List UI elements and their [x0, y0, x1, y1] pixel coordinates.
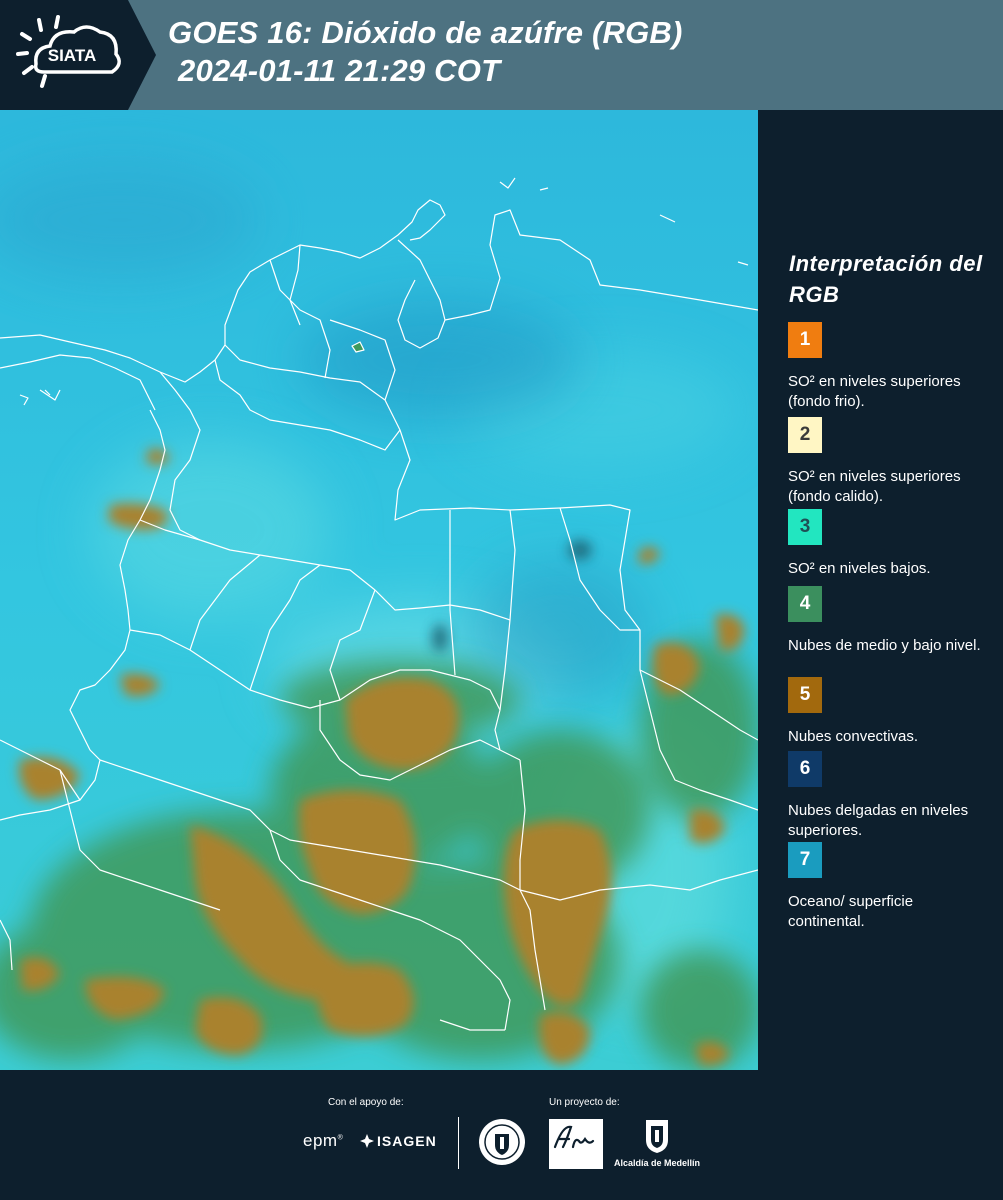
- legend-label: SO² en niveles superiores (fondo frio).: [788, 373, 961, 410]
- legend-swatch: 1: [788, 322, 822, 358]
- logo-text: SIATA: [48, 46, 96, 65]
- legend-swatch: 6: [788, 751, 822, 787]
- epm-text: epm: [303, 1131, 338, 1150]
- legend-item-3: 3 SO² en niveles bajos.: [788, 509, 993, 579]
- legend-label: SO² en niveles bajos.: [788, 560, 931, 577]
- alcaldia-crest-icon: [646, 1120, 668, 1153]
- legend-swatch: 5: [788, 677, 822, 713]
- legend-label: Nubes convectivas.: [788, 728, 919, 745]
- siata-logo: SIATA: [0, 0, 128, 110]
- legend-label: Oceano/ superficie continental.: [788, 893, 914, 930]
- title-timestamp: 2024-01-11 21:29 COT: [178, 53, 501, 88]
- alcaldia-label: Alcaldía de Medellín: [614, 1158, 701, 1168]
- legend-item-2: 2 SO² en niveles superiores (fondo calid…: [788, 417, 993, 507]
- legend-swatch: 2: [788, 417, 822, 453]
- legend-item-7: 7 Oceano/ superficie continental.: [788, 842, 993, 932]
- legend-item-5: 5 Nubes convectivas.: [788, 677, 993, 747]
- metro-label: METROPOLITANA Valle de Aburrá: [550, 1157, 602, 1170]
- legend-label: SO² en niveles superiores (fondo calido)…: [788, 468, 961, 505]
- medellin-seal-icon: [479, 1119, 525, 1165]
- sun-cloud-icon: SIATA: [16, 15, 121, 88]
- legend-panel: Interpretación del RGB 1 SO² en niveles …: [758, 110, 1003, 1070]
- support-caption: Con el apoyo de:: [328, 1097, 404, 1108]
- legend-item-1: 1 SO² en niveles superiores (fondo frio)…: [788, 322, 993, 412]
- footer-bar: Con el apoyo de: Un proyecto de: epm® IS…: [0, 1070, 1003, 1200]
- legend-swatch: 7: [788, 842, 822, 878]
- satellite-map: [0, 110, 758, 1070]
- legend-label: Nubes delgadas en niveles superiores.: [788, 802, 969, 839]
- title-product: GOES 16: Dióxido de azúfre (RGB): [168, 15, 683, 50]
- footer-divider: [458, 1117, 459, 1169]
- legend-title: Interpretación del RGB: [789, 251, 983, 307]
- logo-chevron: [128, 0, 156, 110]
- isagen-icon: [360, 1134, 374, 1148]
- page-title: GOES 16: Dióxido de azúfre (RGB) 2024-01…: [168, 14, 683, 90]
- legend-item-6: 6 Nubes delgadas en niveles superiores.: [788, 751, 993, 841]
- epm-logo: epm®: [303, 1131, 344, 1150]
- isagen-logo: ISAGEN: [377, 1133, 437, 1149]
- area-script-icon: [553, 1125, 595, 1149]
- legend-item-4: 4 Nubes de medio y bajo nivel.: [788, 586, 993, 656]
- header-bar: SIATA GOES 16: Dióxido de azúfre (RGB) 2…: [0, 0, 1003, 110]
- project-caption: Un proyecto de:: [549, 1097, 620, 1108]
- legend-swatch: 4: [788, 586, 822, 622]
- legend-label: Nubes de medio y bajo nivel.: [788, 637, 981, 654]
- satellite-image: [0, 110, 758, 1070]
- legend-swatch: 3: [788, 509, 822, 545]
